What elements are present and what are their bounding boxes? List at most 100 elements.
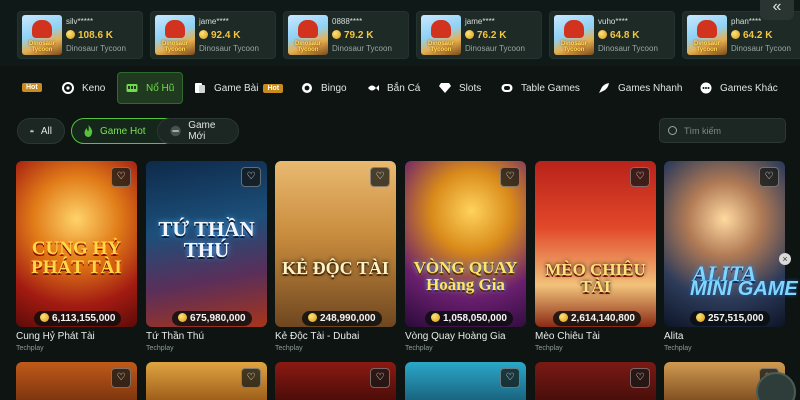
- game-provider: Techplay: [146, 345, 174, 352]
- favorite-heart-icon[interactable]: ♡: [500, 167, 520, 187]
- winner-amount: 92.4 K: [199, 30, 240, 41]
- nav-item-no-hu[interactable]: Nổ Hũ: [117, 72, 184, 104]
- winner-card[interactable]: Dinosaur Tycoon 0888**** 79.2 K Dinosaur…: [283, 11, 409, 59]
- nav-item-table-games[interactable]: Table Games: [501, 72, 580, 104]
- winner-game: Dinosaur Tycoon: [66, 44, 126, 53]
- game-name: Kẻ Độc Tài - Dubai: [275, 331, 360, 342]
- game-card[interactable]: ♡: [275, 362, 396, 400]
- favorite-heart-icon[interactable]: ♡: [241, 167, 261, 187]
- fish-icon: [368, 85, 379, 91]
- filter-label: Game Mới: [188, 120, 216, 142]
- table-icon: [501, 84, 513, 92]
- nav-item-slots[interactable]: Slots: [439, 72, 481, 104]
- game-card[interactable]: ♡: [535, 362, 656, 400]
- coin-icon: [40, 313, 49, 322]
- coin-icon: [731, 30, 740, 39]
- nav-label: Bingo: [321, 82, 347, 94]
- close-icon[interactable]: ×: [779, 253, 791, 265]
- slot-machine-icon: [126, 84, 138, 92]
- nav-item-game-bai[interactable]: Game Bài Hot: [194, 72, 284, 104]
- cards-icon: [195, 83, 205, 93]
- favorite-heart-icon[interactable]: ♡: [111, 167, 131, 187]
- winner-card[interactable]: Dinosaur Tycoon silv***** 108.6 K Dinosa…: [17, 11, 143, 59]
- game-name: Alita: [664, 331, 684, 342]
- game-card[interactable]: ♡: [146, 362, 267, 400]
- winner-amount: 64.8 K: [598, 30, 639, 41]
- winner-username: jame****: [465, 17, 495, 26]
- nav-item-games-nhanh[interactable]: Games Nhanh: [598, 72, 682, 104]
- nav-item-keno[interactable]: Keno: [62, 72, 105, 104]
- game-art-title: TỨ THẦN THÚ: [158, 217, 255, 262]
- dinosaur-tycoon-thumbnail: Dinosaur Tycoon: [421, 15, 461, 55]
- favorite-heart-icon[interactable]: ♡: [241, 368, 261, 388]
- favorite-heart-icon[interactable]: ♡: [630, 368, 650, 388]
- nav-label: Slots: [459, 82, 482, 94]
- mini-game-logo[interactable]: MINI GAME: [690, 278, 798, 301]
- thumbnail-logo-text: Dinosaur Tycoon: [427, 41, 454, 53]
- search-input[interactable]: [684, 119, 782, 142]
- winner-amount: 108.6 K: [66, 30, 113, 41]
- nav-item-bingo[interactable]: Bingo: [301, 72, 347, 104]
- winner-card[interactable]: Dinosaur Tycoon jame**** 76.2 K Dinosaur…: [416, 11, 542, 59]
- nav-label: Table Games: [521, 82, 580, 94]
- crown-icon: [30, 129, 34, 133]
- winner-game: Dinosaur Tycoon: [199, 44, 259, 53]
- dinosaur-tycoon-thumbnail: Dinosaur Tycoon: [687, 15, 727, 55]
- filter-game-moi[interactable]: Game Mới: [157, 118, 239, 144]
- winner-username: phan****: [731, 17, 762, 26]
- diamond-icon: [439, 83, 451, 93]
- nav-label: Games Nhanh: [618, 82, 683, 94]
- game-name: Cung Hỷ Phát Tài: [16, 331, 95, 342]
- hot-badge: Hot: [263, 83, 284, 93]
- winner-card[interactable]: Dinosaur Tycoon jame**** 92.4 K Dinosaur…: [150, 11, 276, 59]
- dinosaur-tycoon-thumbnail: Dinosaur Tycoon: [554, 15, 594, 55]
- favorite-heart-icon[interactable]: ♡: [759, 167, 779, 187]
- collapse-ticker-button[interactable]: «: [760, 0, 794, 20]
- filter-all[interactable]: All: [17, 118, 65, 144]
- game-card[interactable]: ♡: [16, 362, 137, 400]
- coin-icon: [696, 313, 705, 322]
- game-name: Mèo Chiêu Tài: [535, 331, 600, 342]
- nav-label: Games Khác: [720, 82, 778, 94]
- coin-icon: [431, 313, 440, 322]
- game-card[interactable]: ♡: [405, 362, 526, 400]
- dinosaur-tycoon-thumbnail: Dinosaur Tycoon: [288, 15, 328, 55]
- coin-icon: [308, 313, 317, 322]
- dinosaur-tycoon-thumbnail: Dinosaur Tycoon: [22, 15, 62, 55]
- favorite-heart-icon[interactable]: ♡: [500, 368, 520, 388]
- coin-icon: [598, 30, 607, 39]
- search-box[interactable]: [659, 118, 786, 143]
- game-thumbnail: TỨ THẦN THÚ ♡: [146, 161, 267, 327]
- favorite-heart-icon[interactable]: ♡: [370, 368, 390, 388]
- game-art-title: KẺ ĐỘC TÀI: [282, 258, 389, 278]
- game-thumbnail: CUNG HỶ PHÁT TÀI ♡: [16, 161, 137, 327]
- bingo-icon: [302, 83, 312, 93]
- nav-item-games-khac[interactable]: Games Khác: [700, 72, 778, 104]
- game-provider: Techplay: [275, 345, 303, 352]
- search-icon: [668, 126, 677, 135]
- favorite-heart-icon[interactable]: ♡: [370, 167, 390, 187]
- game-art-title: CUNG HỶ PHÁT TÀI: [31, 238, 122, 278]
- game-provider: Techplay: [16, 345, 44, 352]
- winner-username: jame****: [199, 17, 229, 26]
- game-thumbnail: KẺ ĐỘC TÀI ♡: [275, 161, 396, 327]
- winner-card[interactable]: Dinosaur Tycoon vuho**** 64.8 K Dinosaur…: [549, 11, 675, 59]
- jackpot-amount: 2,614,140,800: [553, 311, 641, 326]
- winner-username: silv*****: [66, 17, 94, 26]
- support-chat-button[interactable]: [756, 372, 796, 400]
- game-thumbnail: VÒNG QUAY Hoàng Gia ♡: [405, 161, 526, 327]
- game-provider: Techplay: [664, 345, 692, 352]
- coin-icon: [559, 313, 568, 322]
- game-art-title: VÒNG QUAY Hoàng Gia: [413, 258, 518, 294]
- favorite-heart-icon[interactable]: ♡: [111, 368, 131, 388]
- nav-label: Keno: [82, 82, 106, 94]
- rocket-icon: [599, 83, 609, 93]
- jackpot-amount: 675,980,000: [172, 311, 252, 326]
- favorite-heart-icon[interactable]: ♡: [630, 167, 650, 187]
- flame-icon: [84, 125, 93, 137]
- new-badge-icon: [170, 125, 181, 137]
- nav-item-ban-ca[interactable]: Bắn Cá: [367, 72, 420, 104]
- coin-icon: [66, 30, 75, 39]
- winner-game: Dinosaur Tycoon: [731, 44, 791, 53]
- winner-username: vuho****: [598, 17, 628, 26]
